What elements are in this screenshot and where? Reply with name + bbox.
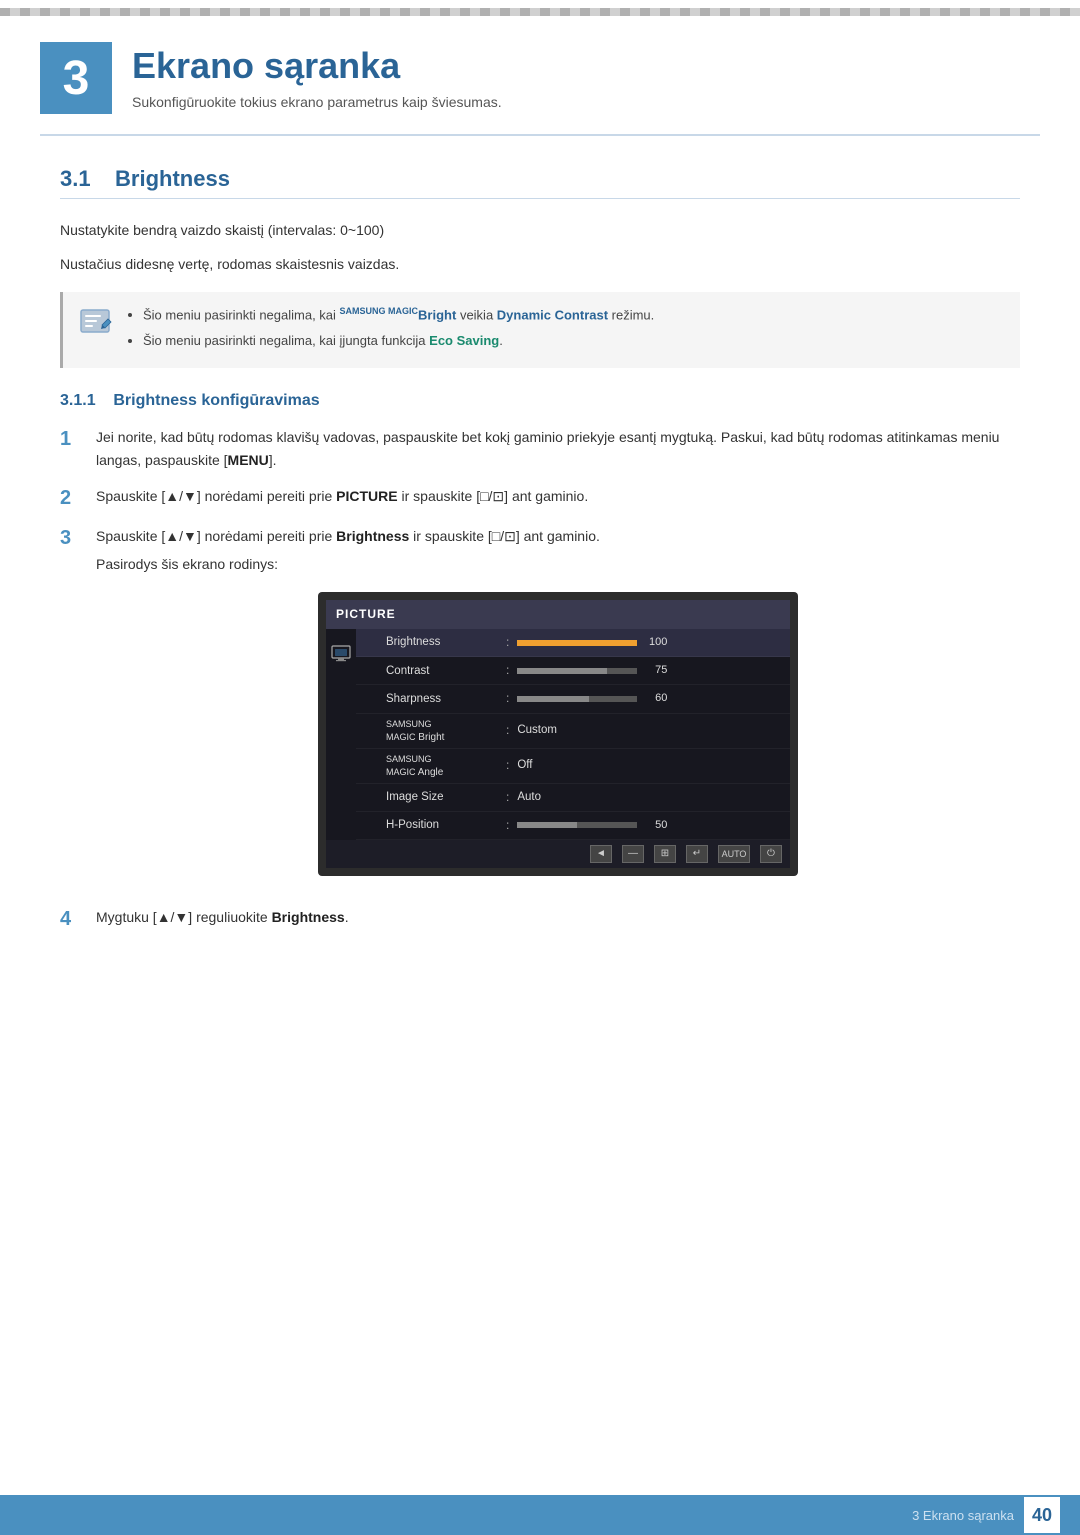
main-content: 3.1 Brightness Nustatykite bendrą vaizdo… xyxy=(0,166,1080,1026)
step-item: 1 Jei norite, kad būtų rodomas klavišų v… xyxy=(60,426,1020,471)
step-item: 4 Mygtuku [▲/▼] reguliuokite Brightness. xyxy=(60,906,1020,932)
osd-value: Off xyxy=(517,756,532,774)
osd-bar xyxy=(517,668,637,674)
osd-btn-enter[interactable]: ↵ xyxy=(686,845,708,863)
osd-bar-container: 60 xyxy=(517,690,667,708)
osd-row-image-size: Image Size : Auto xyxy=(356,784,790,812)
osd-btn-power[interactable]: ⏻ xyxy=(760,845,782,863)
osd-row-magic-angle: SAMSUNG MAGIC Angle : Off xyxy=(356,749,790,784)
step-text-4: Mygtuku [▲/▼] reguliuokite Brightness. xyxy=(96,906,1020,928)
step-number-3: 3 xyxy=(60,525,88,551)
osd-title: PICTURE xyxy=(326,600,790,629)
osd-bar-fill xyxy=(517,668,607,674)
subsection-heading: 3.1.1 Brightness konfigūravimas xyxy=(60,392,1020,410)
osd-bar xyxy=(517,696,637,702)
osd-bar-container: 100 xyxy=(517,634,667,652)
osd-bar-fill xyxy=(517,822,577,828)
osd-number: 100 xyxy=(643,634,667,652)
osd-row-contrast: Contrast : 75 xyxy=(356,657,790,685)
osd-bar-container: 75 xyxy=(517,662,667,680)
note-icon xyxy=(79,306,115,338)
osd-bar xyxy=(517,822,637,828)
chapter-subtitle: Sukonfigūruokite tokius ekrano parametru… xyxy=(132,94,502,110)
osd-number: 75 xyxy=(643,662,667,680)
osd-label: Sharpness xyxy=(386,690,506,708)
osd-btn-left[interactable]: ◄ xyxy=(590,845,612,863)
osd-bar xyxy=(517,640,637,646)
osd-btn-auto[interactable]: AUTO xyxy=(718,845,750,863)
osd-number: 60 xyxy=(643,690,667,708)
osd-bar-fill xyxy=(517,696,589,702)
chapter-header: 3 Ekrano sąranka Sukonfigūruokite tokius… xyxy=(0,8,1080,134)
osd-items: Brightness : 100 xyxy=(356,629,790,840)
osd-row-brightness: Brightness : 100 xyxy=(356,629,790,657)
step-number-4: 4 xyxy=(60,906,88,932)
note-box: Šio meniu pasirinkti negalima, kai SAMSU… xyxy=(60,292,1020,369)
osd-label: Contrast xyxy=(386,662,506,680)
step-item: 3 Spauskite [▲/▼] norėdami pereiti prie … xyxy=(60,525,1020,892)
step-text-1: Jei norite, kad būtų rodomas klavišų vad… xyxy=(96,426,1020,471)
page-footer: 3 Ekrano sąranka 40 xyxy=(0,1495,1080,1535)
chapter-title-area: Ekrano sąranka Sukonfigūruokite tokius e… xyxy=(132,38,502,110)
osd-row-sharpness: Sharpness : 60 xyxy=(356,685,790,713)
osd-sidebar xyxy=(326,629,356,663)
step-text-2: Spauskite [▲/▼] norėdami pereiti prie PI… xyxy=(96,485,1020,507)
header-rule xyxy=(40,134,1040,136)
osd-bar-container: 50 xyxy=(517,817,667,835)
footer-page-number: 40 xyxy=(1024,1497,1060,1533)
osd-controls: ◄ — ⊞ ↵ AUTO ⏻ xyxy=(326,840,790,868)
footer-text: 3 Ekrano sąranka xyxy=(912,1508,1014,1523)
section-title: Brightness xyxy=(115,166,230,191)
body-text-1: Nustatykite bendrą vaizdo skaistį (inter… xyxy=(60,219,1020,241)
osd-number: 50 xyxy=(643,817,667,835)
osd-row-magic-bright: SAMSUNG MAGIC Bright : Custom xyxy=(356,714,790,749)
osd-value: Auto xyxy=(517,788,541,806)
osd-screenshot: PICTURE xyxy=(318,592,798,876)
osd-menu: PICTURE xyxy=(326,600,790,868)
section-heading: 3.1 Brightness xyxy=(60,166,1020,199)
section-number: 3.1 xyxy=(60,166,91,191)
osd-btn-minus[interactable]: — xyxy=(622,845,644,863)
osd-bar-fill xyxy=(517,640,637,646)
steps-list: 1 Jei norite, kad būtų rodomas klavišų v… xyxy=(60,426,1020,932)
note-content: Šio meniu pasirinkti negalima, kai SAMSU… xyxy=(127,304,654,357)
body-text-2: Nustačius didesnę vertę, rodomas skaiste… xyxy=(60,253,1020,275)
step-number-1: 1 xyxy=(60,426,88,452)
osd-label: SAMSUNG MAGIC Bright xyxy=(386,718,506,744)
osd-label: SAMSUNG MAGIC Angle xyxy=(386,753,506,779)
osd-row-hposition: H-Position : 50 xyxy=(356,812,790,840)
step-number-2: 2 xyxy=(60,485,88,511)
osd-content-row: Brightness : 100 xyxy=(326,629,790,840)
osd-label: Brightness xyxy=(386,633,506,651)
osd-label: H-Position xyxy=(386,816,506,834)
step-text-3: Spauskite [▲/▼] norėdami pereiti prie Br… xyxy=(96,525,1020,892)
step-item: 2 Spauskite [▲/▼] norėdami pereiti prie … xyxy=(60,485,1020,511)
osd-value: Custom xyxy=(517,721,557,739)
top-stripe xyxy=(0,8,1080,16)
chapter-number: 3 xyxy=(40,42,112,114)
chapter-title: Ekrano sąranka xyxy=(132,46,502,86)
osd-btn-plus[interactable]: ⊞ xyxy=(654,845,676,863)
osd-label: Image Size xyxy=(386,788,506,806)
